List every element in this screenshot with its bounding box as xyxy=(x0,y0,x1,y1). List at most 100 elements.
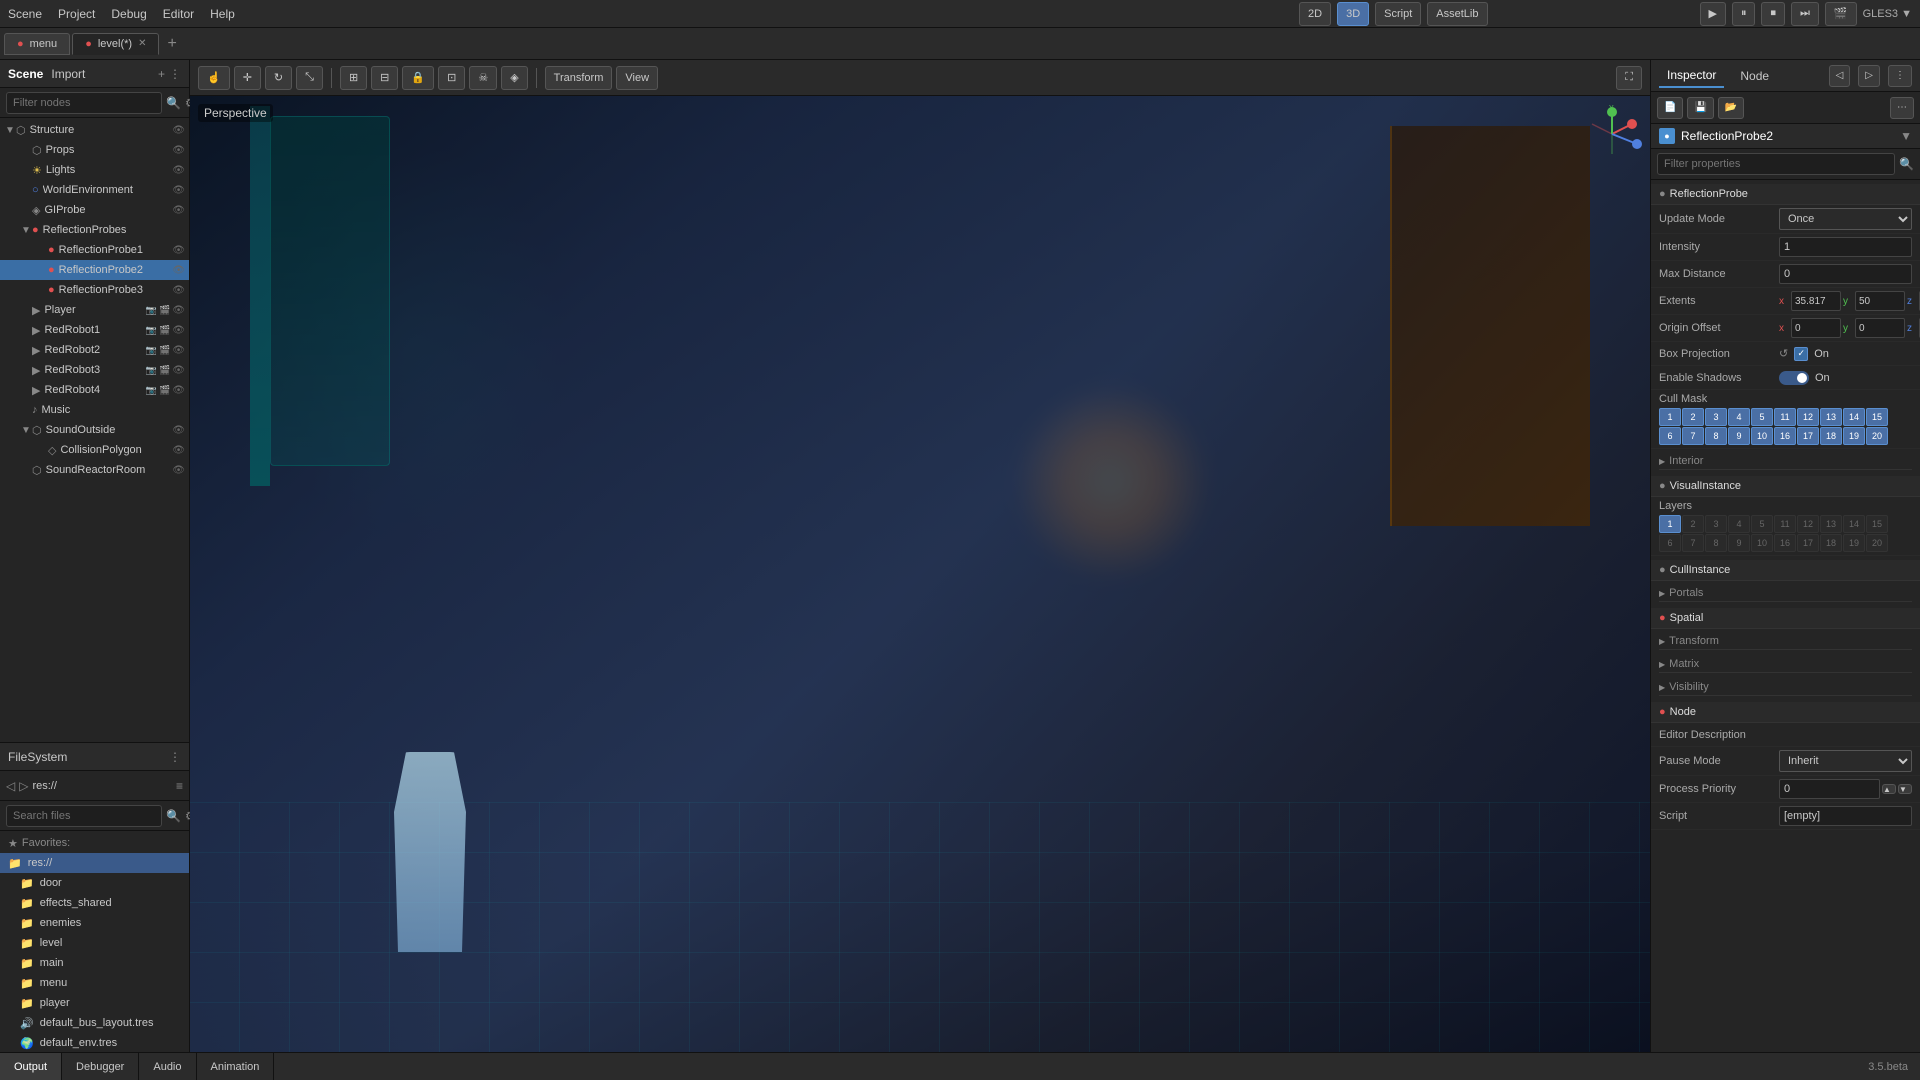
tab-scene[interactable]: Scene xyxy=(8,67,43,81)
step-button[interactable]: ⏭ xyxy=(1791,2,1819,26)
tree-item-soundreactor[interactable]: ⬡ SoundReactorRoom 👁 xyxy=(0,460,189,480)
tree-item-props[interactable]: ⬡ Props 👁 xyxy=(0,140,189,160)
box-projection-checkbox[interactable] xyxy=(1794,347,1808,361)
inspector-history-back[interactable]: ◁ xyxy=(1829,65,1851,87)
tree-item-redrobot2[interactable]: ▶ RedRobot2 📷🎬👁 xyxy=(0,340,189,360)
bottom-tab-animation[interactable]: Animation xyxy=(197,1053,275,1080)
mode-3d-button[interactable]: 3D xyxy=(1337,2,1369,26)
fs-back-button[interactable]: ◁ xyxy=(6,779,15,793)
fs-item-res[interactable]: 📁 res:// xyxy=(0,853,189,873)
box-projection-refresh[interactable]: ↺ xyxy=(1779,347,1788,360)
inspector-history-button[interactable]: 📄 xyxy=(1657,97,1683,119)
fs-item-player[interactable]: 📁 player xyxy=(0,993,189,1013)
filter-nodes-input[interactable] xyxy=(6,92,162,114)
tree-item-reflprobes[interactable]: ▼ ● ReflectionProbes xyxy=(0,220,189,240)
view-button[interactable]: View xyxy=(616,66,658,90)
fs-item-busfile[interactable]: 🔊 default_bus_layout.tres xyxy=(0,1013,189,1033)
skeleton-tool[interactable]: ☠ xyxy=(469,66,497,90)
tree-item-redrobot4[interactable]: ▶ RedRobot4 📷🎬👁 xyxy=(0,380,189,400)
fs-item-enemies[interactable]: 📁 enemies xyxy=(0,913,189,933)
inspector-load-button[interactable]: 📂 xyxy=(1718,97,1744,119)
layer-cell-3[interactable]: 3 xyxy=(1705,515,1727,533)
tree-item-giprobe[interactable]: ◈ GIProbe 👁 xyxy=(0,200,189,220)
filesystem-options-button[interactable]: ⋮ xyxy=(169,750,181,764)
filter-search-icon[interactable]: 🔍 xyxy=(166,96,181,110)
section-visual-instance[interactable]: ● VisualInstance xyxy=(1651,476,1920,497)
play-button[interactable]: ▶ xyxy=(1700,2,1726,26)
offset-y-input[interactable] xyxy=(1855,318,1905,338)
fs-item-level[interactable]: 📁 level xyxy=(0,933,189,953)
shadows-toggle[interactable] xyxy=(1779,371,1809,385)
transform-mode-select[interactable]: ☝ xyxy=(198,66,230,90)
fs-item-effects[interactable]: 📁 effects_shared xyxy=(0,893,189,913)
cull-cell-13[interactable]: 13 xyxy=(1820,408,1842,426)
inspector-history-forward[interactable]: ▷ xyxy=(1858,65,1880,87)
cull-cell-7[interactable]: 7 xyxy=(1682,427,1704,445)
layer-cell-14[interactable]: 14 xyxy=(1843,515,1865,533)
menu-scene[interactable]: Scene xyxy=(8,7,42,21)
fs-item-env[interactable]: 🌍 default_env.tres xyxy=(0,1033,189,1052)
layer-cell-6[interactable]: 6 xyxy=(1659,534,1681,552)
layer-cell-7[interactable]: 7 xyxy=(1682,534,1704,552)
layer-cell-11[interactable]: 11 xyxy=(1774,515,1796,533)
snap-tool[interactable]: ⊞ xyxy=(340,66,367,90)
tree-item-reflprobe2[interactable]: ● ReflectionProbe2 👁 xyxy=(0,260,189,280)
group-tool[interactable]: ⊡ xyxy=(438,66,465,90)
max-distance-input[interactable] xyxy=(1779,264,1912,284)
rotate-tool[interactable]: ↻ xyxy=(265,66,292,90)
stop-button[interactable]: ⏹ xyxy=(1761,2,1785,26)
intensity-input[interactable] xyxy=(1779,237,1912,257)
inspector-save-button[interactable]: 💾 xyxy=(1687,97,1713,119)
layer-cell-8[interactable]: 8 xyxy=(1705,534,1727,552)
cull-cell-11[interactable]: 11 xyxy=(1774,408,1796,426)
script-button[interactable]: Script xyxy=(1375,2,1421,26)
layer-cell-13[interactable]: 13 xyxy=(1820,515,1842,533)
tab-node[interactable]: Node xyxy=(1732,65,1777,87)
layer-cell-18[interactable]: 18 xyxy=(1820,534,1842,552)
cull-cell-20[interactable]: 20 xyxy=(1866,427,1888,445)
cull-cell-9[interactable]: 9 xyxy=(1728,427,1750,445)
tree-item-reflprobe3[interactable]: ● ReflectionProbe3 👁 xyxy=(0,280,189,300)
section-reflectionprobe[interactable]: ● ReflectionProbe xyxy=(1651,184,1920,205)
filter-search-icon[interactable]: 🔍 xyxy=(1899,157,1914,171)
pause-button[interactable]: ⏸ xyxy=(1732,2,1756,26)
inspector-options[interactable]: ⋮ xyxy=(1888,65,1912,87)
tab-import[interactable]: Import xyxy=(51,67,85,81)
tab-menu[interactable]: ● menu xyxy=(4,33,70,55)
section-node[interactable]: ● Node xyxy=(1651,702,1920,723)
filter-properties-input[interactable] xyxy=(1657,153,1895,175)
section-cull-instance[interactable]: ● CullInstance xyxy=(1651,560,1920,581)
layer-cell-10[interactable]: 10 xyxy=(1751,534,1773,552)
cull-cell-4[interactable]: 4 xyxy=(1728,408,1750,426)
cull-cell-8[interactable]: 8 xyxy=(1705,427,1727,445)
move-tool[interactable]: ✛ xyxy=(234,66,261,90)
layer-cell-9[interactable]: 9 xyxy=(1728,534,1750,552)
interior-toggle[interactable]: Interior xyxy=(1659,451,1912,470)
cull-cell-2[interactable]: 2 xyxy=(1682,408,1704,426)
transform-toggle[interactable]: Transform xyxy=(1659,631,1912,650)
layer-cell-17[interactable]: 17 xyxy=(1797,534,1819,552)
renderer-label[interactable]: GLES3 ▼ xyxy=(1863,8,1912,20)
cull-cell-1[interactable]: 1 xyxy=(1659,408,1681,426)
tree-item-collpolygon[interactable]: ◇ CollisionPolygon 👁 xyxy=(0,440,189,460)
tree-item-structure[interactable]: ▼ ⬡ Structure 👁 xyxy=(0,120,189,140)
cull-cell-5[interactable]: 5 xyxy=(1751,408,1773,426)
layer-cell-2[interactable]: 2 xyxy=(1682,515,1704,533)
mode-2d-button[interactable]: 2D xyxy=(1299,2,1331,26)
node-name-dropdown[interactable]: ▼ xyxy=(1900,129,1912,143)
tab-add-button[interactable]: + xyxy=(161,35,182,53)
cull-cell-18[interactable]: 18 xyxy=(1820,427,1842,445)
script-input[interactable] xyxy=(1779,806,1912,826)
update-mode-dropdown[interactable]: Once xyxy=(1779,208,1912,230)
layer-cell-1[interactable]: 1 xyxy=(1659,515,1681,533)
bottom-tab-audio[interactable]: Audio xyxy=(139,1053,196,1080)
cull-cell-12[interactable]: 12 xyxy=(1797,408,1819,426)
pause-mode-dropdown[interactable]: Inherit xyxy=(1779,750,1912,772)
bottom-tab-output[interactable]: Output xyxy=(0,1053,62,1080)
lock-tool[interactable]: 🔒 xyxy=(402,66,434,90)
layer-cell-12[interactable]: 12 xyxy=(1797,515,1819,533)
tree-item-reflprobe1[interactable]: ● ReflectionProbe1 👁 xyxy=(0,240,189,260)
fs-layout-toggle[interactable]: ≡ xyxy=(176,779,183,793)
tab-inspector[interactable]: Inspector xyxy=(1659,64,1724,88)
layer-cell-4[interactable]: 4 xyxy=(1728,515,1750,533)
